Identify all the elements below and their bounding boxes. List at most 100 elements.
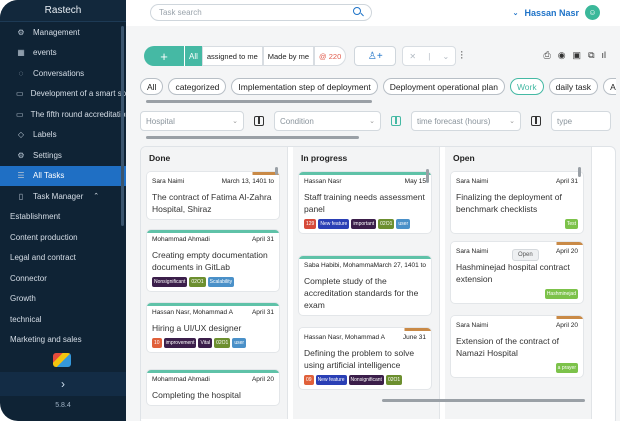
task-card[interactable]: Hassan Nasr May 15 Staff training needs as… [298,171,432,234]
folder-icon: ▭ [16,109,24,119]
sidebar-item[interactable]: ▦ events [0,43,126,64]
category-chip[interactable]: Deployment operational plan [382,78,505,95]
chevron-down-icon: ⌄ [509,118,515,125]
column-toggle-icon[interactable] [254,116,264,126]
category-chip[interactable]: daily task [548,78,599,95]
clear-icon[interactable]: ✕ [409,52,416,61]
chevron-down-icon: ⌄ [232,118,238,125]
sidebar-item[interactable]: ◇ Labels [0,125,126,146]
card-meta: Mohammad Ahmadi April 20 [147,373,279,383]
category-filters: All categorized Implementation step of dep… [140,78,616,98]
search-input[interactable]: Task search [150,4,372,21]
mention-count[interactable]: @ 220 [314,46,347,66]
sidebar-item[interactable]: ▭ Development of a smart solution [0,84,126,105]
sidebar-item-label: events [33,48,57,58]
card-title: Defining the problem to solve using arti… [304,348,415,370]
card-date: April 31 [251,236,274,243]
sidebar-item-label: Labels [33,130,57,140]
board-column: Done Sara Naimi March 13, 1401 to The contr… [141,147,288,419]
eye-icon[interactable]: ◉ [558,50,566,61]
column-toggle-icon[interactable] [531,116,541,126]
column-toggle-icon[interactable] [391,116,401,126]
gear-icon: ⚙ [17,150,25,160]
card-assignee: Hassan Nasr, Mohammad A [304,334,385,341]
collapse-sidebar-button[interactable]: › [0,372,126,396]
chevron-down-icon[interactable]: ⌄ [442,52,449,61]
task-card[interactable]: Mohammad Ahmadi April 31 Creating empty do… [146,229,280,292]
search-icon[interactable] [353,7,361,15]
condition-select[interactable]: Condition ⌄ [274,111,381,131]
card-meta: Saba Habibi, Mohammad AMarch 27, 1401 to [299,259,431,269]
task-card[interactable]: Hassan Nasr, Mohammad A April 31 Hiring a … [146,302,280,353]
add-task-button[interactable]: + [144,46,184,66]
hospital-select[interactable]: Hospital ⌄ [140,111,244,131]
card-meta: Sara Naimi April 20 [451,319,583,329]
sidebar-subitem[interactable]: Establishment [0,207,126,228]
sidebar-item[interactable]: ▯ Task Manager ⌃ [0,186,126,207]
sidebar-item-label: All Tasks [33,171,65,181]
filter-made-by-me[interactable]: Made by me [262,46,315,66]
sidebar-item[interactable]: ◌ Conversations [0,63,126,84]
sidebar-subitem[interactable]: Growth [0,289,126,310]
category-scrollbar[interactable] [146,100,372,103]
sidebar-subitem[interactable]: Marketing and sales [0,330,126,351]
sidebar-item[interactable]: ⚙ Settings [0,145,126,166]
print-icon[interactable]: ⎙ [543,50,550,61]
task-card[interactable]: Sara Naimi April 20 Extension of the contr… [450,315,584,378]
tag-badge: improvement [163,338,197,348]
add-user-button[interactable]: ♙+ [354,46,397,66]
card-title: The contract of Fatima Al-Zahra Hospital… [152,192,272,214]
card-date: April 20 [555,322,578,329]
category-chip[interactable]: Action p [603,78,616,95]
sidebar-item[interactable]: ▭ The fifth round accreditation [0,104,126,125]
sidebar-subitem[interactable]: technical [0,309,126,330]
avatar[interactable]: ☺ [585,5,600,20]
sidebar-item[interactable]: ⚙ Management [0,22,126,43]
copy-icon[interactable]: ⧉ [588,50,594,61]
card-tags: Hashminejad [451,289,583,303]
board-column: Open Sara Naimi April 31 Finalizing the dep… [445,147,592,419]
task-card[interactable]: Hassan Nasr, Mohammad A June 31 Defining t… [298,327,432,390]
column-scrollbar[interactable] [578,167,581,177]
board-horizontal-scrollbar[interactable] [382,399,585,402]
sidebar-item[interactable]: ☰ All Tasks [0,165,126,186]
column-scrollbar[interactable] [426,169,429,183]
card-title: Creating empty documentation documents i… [152,250,268,272]
task-card[interactable]: Mohammad Ahmadi April 20 Completing the ho… [146,369,280,406]
category-chip[interactable]: All [140,78,164,95]
card-assignee: Sara Naimi [456,322,489,329]
tag-badge: Hashminejad [544,289,578,299]
sidebar-subitem[interactable]: Content production [0,227,126,248]
card-date: June 31 [402,334,426,341]
field-filters: Hospital ⌄ Condition ⌄ time forecast (ho… [140,110,616,132]
sidebar-title: Rastech [0,0,126,22]
tag-badge: Nonsignificant [152,277,188,287]
category-chip[interactable]: Work [509,78,544,95]
filter-assigned-to-me[interactable]: assigned to me [201,46,263,66]
sliders-icon[interactable]: ⫶ [460,50,463,63]
category-chip[interactable]: Implementation step of deployment [231,78,378,95]
sidebar-item-label: Conversations [33,68,85,78]
sidebar-scrollbar[interactable] [121,26,124,226]
column-scrollbar[interactable] [275,167,278,175]
user-menu[interactable]: ⌄ Hassan Nasr ☺ [513,5,600,20]
task-card[interactable]: Saba Habibi, Mohammad AMarch 27, 1401 to… [298,255,432,316]
chart-icon[interactable]: ıl [602,50,607,61]
time-forecast-select[interactable]: time forecast (hours) ⌄ [411,111,521,131]
sidebar-subitem[interactable]: Connector [0,268,126,289]
calendar-icon[interactable]: ▣ [573,50,582,61]
chevron-up-icon[interactable]: ⌃ [93,192,99,200]
tag-badge: 129 [304,219,317,229]
task-card[interactable]: Sara Naimi April 31 Finalizing the deploym… [450,171,584,234]
card-assignee: Mohammad Ahmadi [152,376,210,383]
filters-scrollbar[interactable] [146,136,359,139]
category-chip[interactable]: categorized [168,78,227,95]
hospital-placeholder: Hospital [146,116,175,126]
filter-all-tab[interactable]: All [184,46,202,66]
user-select[interactable]: ✕ | ⌄ [402,46,457,66]
sidebar-subitem[interactable]: Legal and contract [0,248,126,269]
card-assignee: Hassan Nasr [304,178,342,185]
task-card[interactable]: Sara Naimi March 13, 1401 to The contract … [146,171,280,220]
tag-badge: New feature [315,375,347,385]
type-select[interactable]: type [551,111,611,131]
